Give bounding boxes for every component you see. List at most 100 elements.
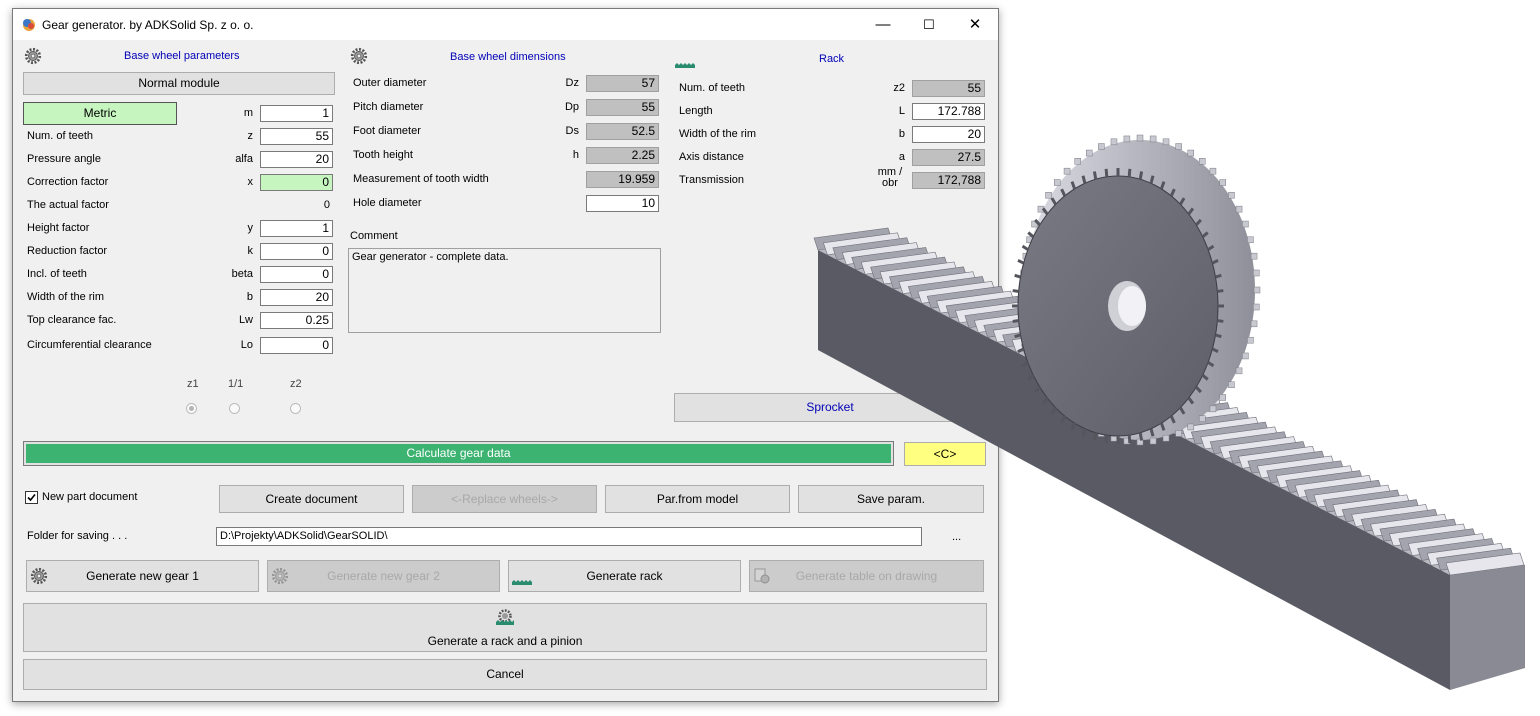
radio-ratio[interactable]: [229, 403, 240, 414]
gear-tooth: [1054, 179, 1061, 186]
base-param-value-field[interactable]: 20: [260, 289, 333, 306]
base-param-label: The actual factor: [27, 199, 109, 211]
gear-icon: [30, 567, 48, 585]
title-bar: Gear generator. by ADKSolid Sp. z o. o. …: [13, 9, 998, 40]
gear-tooth: [1228, 381, 1235, 389]
gear-tooth: [1149, 135, 1157, 143]
gear-front-tooth: [1021, 244, 1029, 251]
gear-tooth: [1162, 138, 1170, 146]
generate-rack-button[interactable]: Generate rack: [508, 560, 741, 592]
dimension-value-field: 52.5: [586, 123, 659, 140]
base-param-symbol: m: [243, 107, 253, 119]
gear-tooth: [1209, 405, 1217, 413]
gear-tooth: [1045, 191, 1052, 199]
dimension-label: Outer diameter: [353, 77, 427, 89]
dimension-label: Measurement of tooth width: [353, 173, 489, 185]
rack-label: Num. of teeth: [679, 82, 746, 94]
radio-z2[interactable]: [290, 403, 301, 414]
minimize-button[interactable]: —: [860, 9, 906, 40]
calculate-button[interactable]: Calculate gear data: [23, 441, 894, 466]
dimension-symbol: Dp: [564, 101, 579, 113]
base-param-value-field[interactable]: 0: [260, 243, 333, 260]
gear-front-tooth: [1127, 168, 1132, 177]
gear-tooth: [1219, 394, 1226, 401]
rack-symbol: z2: [893, 82, 905, 94]
base-param-symbol: x: [247, 176, 254, 188]
base-param-symbol: Lw: [238, 314, 253, 326]
base-param-value-field[interactable]: 0: [260, 266, 333, 283]
gear-front-tooth: [1017, 259, 1025, 265]
gear-front-tooth: [1217, 319, 1224, 323]
metric-button[interactable]: Metric: [23, 102, 177, 125]
radio-z1[interactable]: [186, 403, 197, 414]
rack-symbol: L: [898, 105, 905, 117]
gear-front-tooth: [1014, 333, 1021, 339]
rack-icon: [512, 580, 532, 585]
gear-front-tooth: [1081, 175, 1087, 184]
base-param-value-field: 0: [323, 199, 330, 211]
rack-value-field[interactable]: 172.788: [912, 103, 985, 120]
generate-rack-label: Generate rack: [586, 569, 663, 583]
normal-module-button[interactable]: Normal module: [23, 72, 335, 95]
gear-front-tooth: [1215, 273, 1222, 279]
base-param-value-field[interactable]: 1: [260, 105, 333, 122]
gear-front-tooth: [1012, 289, 1019, 293]
base-param-value-field[interactable]: 0: [260, 174, 333, 191]
base-param-value-field[interactable]: 20: [260, 151, 333, 168]
gear-tooth: [1242, 352, 1249, 360]
gear-front-tooth: [1149, 428, 1155, 437]
dimension-value-field: 55: [586, 99, 659, 116]
rack-value-field: 55: [912, 80, 985, 97]
comment-textarea[interactable]: Gear generator - complete data.: [348, 248, 661, 333]
rack-and-pinion-illustration: [813, 134, 1525, 690]
gear-front-tooth: [1138, 432, 1144, 441]
gear-tooth: [1209, 167, 1217, 175]
generate-gear2-button[interactable]: Generate new gear 2: [267, 560, 500, 592]
dimension-label: Pitch diameter: [353, 101, 424, 113]
base-param-symbol: beta: [231, 268, 253, 280]
dimension-value-field[interactable]: 10: [586, 195, 659, 212]
generate-gear1-button[interactable]: Generate new gear 1: [26, 560, 259, 592]
gear-tooth: [1253, 303, 1260, 311]
dimensions-header: Base wheel dimensions: [450, 51, 566, 63]
calculate-button-label: Calculate gear data: [26, 444, 891, 463]
gear-front-tooth: [1104, 435, 1109, 444]
dimension-label: Tooth height: [353, 149, 413, 161]
gear-tooth: [1098, 143, 1105, 150]
gear-tooth: [1198, 158, 1206, 165]
base-param-value-field[interactable]: 1: [260, 220, 333, 237]
gear-tooth: [1247, 336, 1254, 344]
maximize-button[interactable]: ☐: [906, 9, 952, 40]
base-param-symbol: k: [247, 245, 254, 257]
new-part-checkbox[interactable]: [25, 491, 38, 504]
gear-front-tooth: [1092, 432, 1098, 441]
dimension-label: Foot diameter: [353, 125, 421, 137]
replace-wheels-button[interactable]: <-Replace wheels->: [412, 485, 597, 513]
base-param-value-field[interactable]: 0: [260, 337, 333, 354]
gear-icon: [24, 47, 42, 65]
par-from-model-button[interactable]: Par.from model: [605, 485, 790, 513]
gear-tooth: [1074, 158, 1082, 165]
generate-gear1-label: Generate new gear 1: [86, 569, 199, 583]
base-param-label: Correction factor: [27, 176, 109, 188]
gear-tooth: [1175, 143, 1182, 150]
base-param-label: Pressure angle: [27, 153, 101, 165]
gear-front-tooth: [1215, 333, 1222, 339]
gear-front-tooth: [1012, 319, 1019, 323]
table-gear-icon: [754, 568, 770, 584]
base-param-label: Circumferential clearance: [27, 339, 152, 351]
base-param-label: Height factor: [27, 222, 90, 234]
gear-tooth: [1175, 430, 1182, 437]
radio-label-ratio: 1/1: [228, 378, 244, 390]
base-param-value-field[interactable]: 55: [260, 128, 333, 145]
create-document-button[interactable]: Create document: [219, 485, 404, 513]
close-button[interactable]: ✕: [952, 9, 998, 40]
base-param-symbol: y: [247, 222, 254, 234]
app-icon: [23, 19, 35, 31]
rack-label: Width of the rim: [679, 128, 757, 140]
radio-label-z1: z1: [187, 378, 199, 390]
base-param-label: Reduction factor: [27, 245, 108, 257]
gear-tooth: [1235, 205, 1243, 213]
gear-tooth: [1187, 149, 1195, 157]
base-param-value-field[interactable]: 0.25: [260, 312, 333, 329]
